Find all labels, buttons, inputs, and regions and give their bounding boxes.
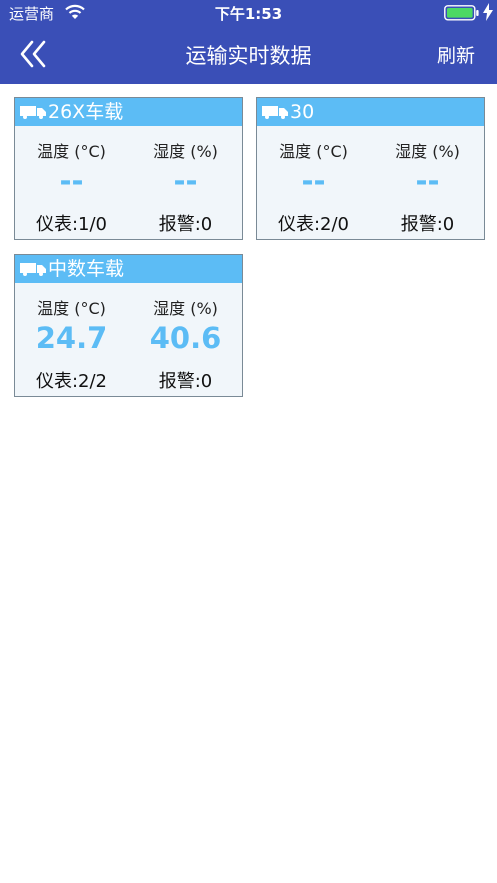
humidity-value: -- — [173, 164, 198, 198]
app-header: 运营商 下午1:53 运输实时数据 刷新 — [0, 0, 497, 84]
nav-bar: 运输实时数据 刷新 — [0, 26, 497, 84]
card-header: 中数车载 — [15, 255, 242, 283]
temperature-value: -- — [59, 164, 84, 198]
meter-count: 仪表:1/0 — [35, 214, 108, 235]
alarm-count: 报警:0 — [158, 371, 213, 392]
humidity-value: 40.6 — [149, 321, 222, 355]
vehicle-name: 中数车载 — [48, 258, 125, 280]
humidity-label: 湿度 (%) — [395, 142, 460, 161]
charging-bolt-icon — [483, 3, 493, 21]
card-header: 26X车载 — [15, 98, 242, 126]
humidity-label: 湿度 (%) — [153, 299, 218, 318]
vehicle-card[interactable]: 26X车载 温度 (°C) 湿度 (%) -- -- 仪表:1/0 报警:0 — [14, 97, 243, 240]
battery-icon — [444, 5, 479, 21]
refresh-button[interactable]: 刷新 — [437, 41, 475, 68]
meter-count: 仪表:2/2 — [35, 371, 108, 392]
meter-count: 仪表:2/0 — [277, 214, 350, 235]
temperature-value: -- — [301, 164, 326, 198]
vehicle-card[interactable]: 30 温度 (°C) 湿度 (%) -- -- 仪表:2/0 报警:0 — [256, 97, 485, 240]
status-time: 下午1:53 — [214, 5, 283, 23]
truck-icon — [20, 263, 46, 276]
temperature-label: 温度 (°C) — [279, 142, 348, 161]
truck-icon — [262, 106, 288, 119]
truck-icon — [20, 106, 46, 119]
humidity-value: -- — [415, 164, 440, 198]
temperature-value: 24.7 — [35, 321, 108, 355]
alarm-count: 报警:0 — [400, 214, 455, 235]
vehicle-name: 30 — [290, 101, 315, 123]
card-header: 30 — [257, 98, 484, 126]
vehicle-name: 26X车载 — [48, 101, 124, 123]
temperature-label: 温度 (°C) — [37, 299, 106, 318]
alarm-count: 报警:0 — [158, 214, 213, 235]
page-title: 运输实时数据 — [185, 44, 312, 68]
humidity-label: 湿度 (%) — [153, 142, 218, 161]
status-bar: 运营商 下午1:53 — [0, 0, 497, 26]
temperature-label: 温度 (°C) — [37, 142, 106, 161]
vehicle-card[interactable]: 中数车载 温度 (°C) 湿度 (%) 24.7 40.6 仪表:2/2 报警:… — [14, 254, 243, 397]
